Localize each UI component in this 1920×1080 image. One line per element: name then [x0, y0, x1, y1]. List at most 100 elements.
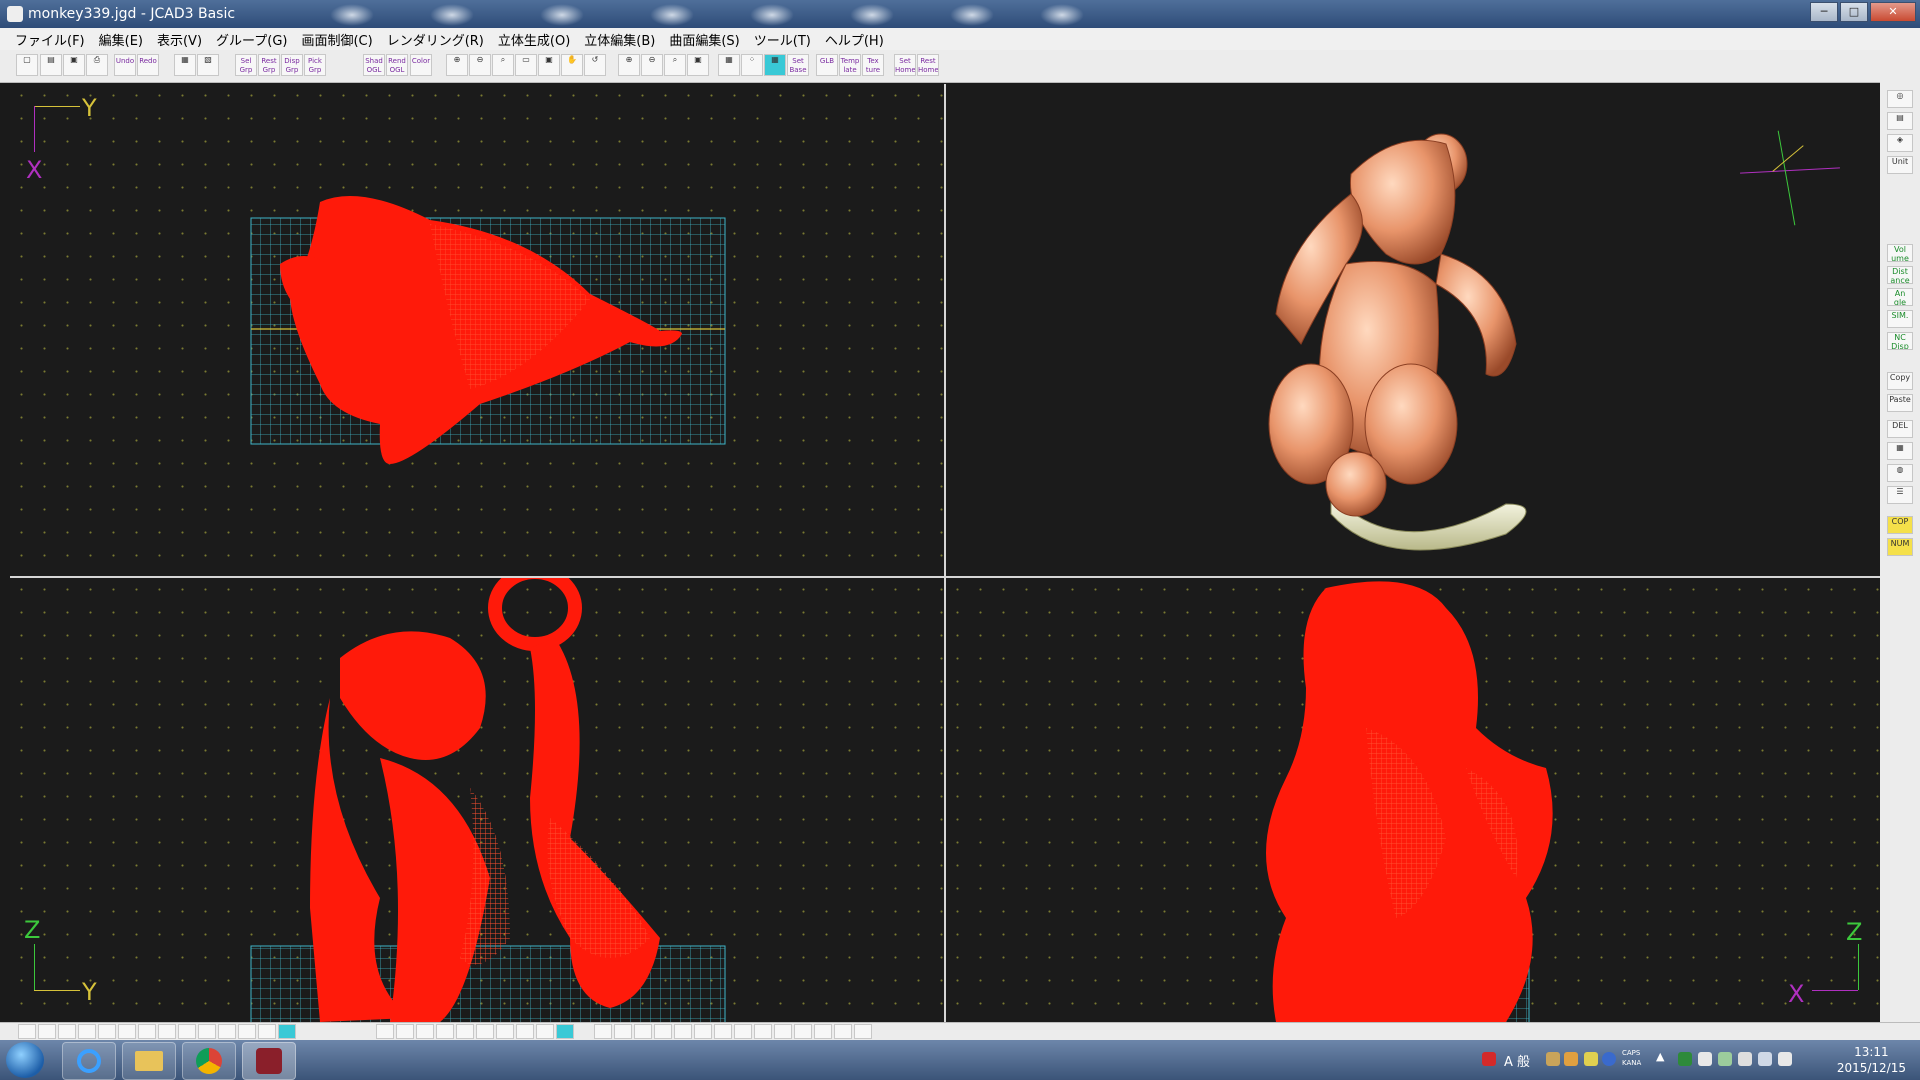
zoom-window-icon[interactable]: ▭ [515, 54, 537, 76]
edit-tool-icon[interactable] [614, 1024, 632, 1039]
zoom-red-box-icon[interactable]: ▣ [687, 54, 709, 76]
redo-button[interactable]: Redo [137, 54, 159, 76]
edit-tool-icon[interactable] [714, 1024, 732, 1039]
tray-tool-icon[interactable] [1546, 1052, 1560, 1066]
grid-icon[interactable]: ▦ [718, 54, 740, 76]
curve-tool-icon[interactable] [198, 1024, 216, 1039]
curve-tool-icon[interactable] [18, 1024, 36, 1039]
solid-tool-icon[interactable] [476, 1024, 494, 1039]
undo-button[interactable]: Undo [114, 54, 136, 76]
grid-active-icon[interactable]: ▦ [764, 54, 786, 76]
edit-tool-icon[interactable] [794, 1024, 812, 1039]
solid-tool-icon[interactable] [456, 1024, 474, 1039]
back-view-icon[interactable]: ↺ [584, 54, 606, 76]
solid-tool-icon[interactable] [436, 1024, 454, 1039]
zoom-in-icon[interactable]: ⊕ [446, 54, 468, 76]
edit-tool-icon[interactable] [654, 1024, 672, 1039]
edit-tool-icon[interactable] [674, 1024, 692, 1039]
curve-tool-icon[interactable] [238, 1024, 256, 1039]
network-icon[interactable] [1758, 1052, 1772, 1066]
glb-button[interactable]: GLB [816, 54, 838, 76]
layer-icon[interactable]: ◍ [1887, 464, 1913, 482]
solid-tool-active-icon[interactable] [556, 1024, 574, 1039]
windows-flag-icon[interactable] [1698, 1052, 1712, 1066]
close-button[interactable]: ✕ [1870, 2, 1916, 22]
copy-button[interactable]: Copy [1887, 372, 1913, 390]
solid-tool-icon[interactable] [416, 1024, 434, 1039]
viewport-front[interactable]: Z X [946, 578, 1880, 1022]
zoom-red-out-icon[interactable]: ⊖ [641, 54, 663, 76]
explorer-taskbar-icon[interactable] [122, 1042, 176, 1080]
color-button[interactable]: Color [410, 54, 432, 76]
view-iso-icon[interactable]: ◈ [1887, 134, 1913, 152]
curve-tool-icon[interactable] [178, 1024, 196, 1039]
group-icon[interactable]: ▦ [174, 54, 196, 76]
texture-button[interactable]: Tex ture [862, 54, 884, 76]
ungroup-icon[interactable]: ▧ [197, 54, 219, 76]
nc-disp-button[interactable]: NC Disp [1887, 332, 1913, 350]
tray-tool-icon[interactable] [1584, 1052, 1598, 1066]
volume-button[interactable]: Vol ume [1887, 244, 1913, 262]
menu-surface-edit[interactable]: 曲面編集(S) [662, 30, 746, 49]
edit-tool-icon[interactable] [834, 1024, 852, 1039]
solid-tool-icon[interactable] [496, 1024, 514, 1039]
display-group-button[interactable]: Disp Grp [281, 54, 303, 76]
curve-tool-icon[interactable] [138, 1024, 156, 1039]
menu-tools[interactable]: ツール(T) [747, 30, 818, 49]
edit-tool-icon[interactable] [594, 1024, 612, 1039]
unit-button[interactable]: Unit [1887, 156, 1913, 174]
dot-grid-icon[interactable]: ⁘ [741, 54, 763, 76]
select-group-button[interactable]: Sel Grp [235, 54, 257, 76]
clock[interactable]: 13:11 2015/12/15 [1837, 1044, 1906, 1076]
zoom-out-icon[interactable]: ⊖ [469, 54, 491, 76]
menu-screen-control[interactable]: 画面制御(C) [294, 30, 379, 49]
sim-button[interactable]: SIM. [1887, 310, 1913, 328]
menu-rendering[interactable]: レンダリング(R) [380, 30, 491, 49]
edit-tool-icon[interactable] [854, 1024, 872, 1039]
viewport-perspective[interactable] [946, 84, 1880, 576]
menu-solid-create[interactable]: 立体生成(O) [491, 30, 577, 49]
view-top-icon[interactable]: ▤ [1887, 112, 1913, 130]
solid-tool-icon[interactable] [536, 1024, 554, 1039]
viewport-side[interactable]: Z Y [10, 578, 944, 1022]
edit-tool-icon[interactable] [774, 1024, 792, 1039]
solid-tool-icon[interactable] [396, 1024, 414, 1039]
show-hidden-icon[interactable]: ▲ [1656, 1050, 1664, 1063]
grid-toggle-icon[interactable]: ▦ [1887, 442, 1913, 460]
template-button[interactable]: Temp late [839, 54, 861, 76]
curve-tool-active-icon[interactable] [278, 1024, 296, 1039]
chrome-taskbar-icon[interactable] [182, 1042, 236, 1080]
maximize-button[interactable]: □ [1840, 2, 1868, 22]
set-home-button[interactable]: Set Home [894, 54, 916, 76]
curve-tool-icon[interactable] [38, 1024, 56, 1039]
edit-tool-icon[interactable] [734, 1024, 752, 1039]
print-icon[interactable]: ⎙ [86, 54, 108, 76]
menu-edit[interactable]: 編集(E) [92, 30, 150, 49]
viewport-divider-horizontal[interactable] [10, 576, 1880, 578]
curve-tool-icon[interactable] [58, 1024, 76, 1039]
edit-tool-icon[interactable] [634, 1024, 652, 1039]
view-camera-icon[interactable]: ◎ [1887, 90, 1913, 108]
reset-group-button[interactable]: Rest Grp [258, 54, 280, 76]
rest-home-button[interactable]: Rest Home [917, 54, 939, 76]
ime-indicator[interactable]: A 般 [1504, 1051, 1530, 1070]
distance-button[interactable]: Dist ance [1887, 266, 1913, 284]
pan-hand-icon[interactable]: ✋ [561, 54, 583, 76]
tray-app-icon[interactable] [1718, 1052, 1732, 1066]
delete-button[interactable]: DEL [1887, 420, 1913, 438]
solid-tool-icon[interactable] [516, 1024, 534, 1039]
start-button[interactable] [6, 1042, 44, 1078]
viewport-divider-vertical[interactable] [944, 84, 946, 1022]
angle-button[interactable]: An gle [1887, 288, 1913, 306]
tray-alert-icon[interactable] [1482, 1052, 1496, 1066]
zoom-all-icon[interactable]: ▣ [538, 54, 560, 76]
cop-button[interactable]: COP [1887, 516, 1913, 534]
help-icon[interactable] [1602, 1052, 1616, 1066]
action-center-icon[interactable] [1738, 1052, 1752, 1066]
tree-icon[interactable]: ☰ [1887, 486, 1913, 504]
menu-view[interactable]: 表示(V) [150, 30, 209, 49]
zoom-red-in-icon[interactable]: ⊕ [618, 54, 640, 76]
zoom-red-fit-icon[interactable]: ⌕ [664, 54, 686, 76]
menu-help[interactable]: ヘルプ(H) [818, 30, 891, 49]
tray-tool-icon[interactable] [1564, 1052, 1578, 1066]
